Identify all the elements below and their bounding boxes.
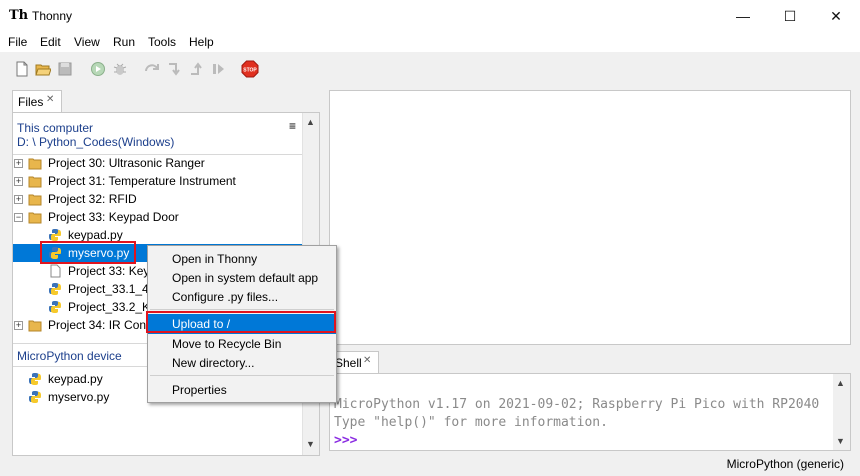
- shell-help-line: Type "help()" for more information.: [334, 415, 608, 430]
- minimize-button[interactable]: —: [720, 0, 766, 32]
- expand-icon[interactable]: +: [14, 159, 23, 168]
- step-into-icon[interactable]: [166, 61, 182, 77]
- tree-row[interactable]: + Project 30: Ultrasonic Ranger: [13, 154, 303, 172]
- shell-prompt[interactable]: >>>: [334, 433, 357, 448]
- tab-shell-label: Shell: [335, 356, 362, 370]
- folder-icon: [28, 176, 42, 188]
- menu-tools[interactable]: Tools: [148, 35, 176, 49]
- step-over-icon[interactable]: [144, 61, 160, 77]
- device-file-label: keypad.py: [48, 372, 103, 386]
- tab-files-label: Files: [18, 95, 44, 109]
- save-icon[interactable]: [57, 61, 73, 77]
- python-file-icon: [49, 283, 61, 295]
- file-icon: [50, 264, 61, 278]
- tree-item-label: Project 30: Ultrasonic Ranger: [48, 156, 205, 170]
- menu-file[interactable]: File: [8, 35, 27, 49]
- close-button[interactable]: ✕: [813, 0, 859, 32]
- menu-separator: [150, 309, 334, 310]
- scroll-up-icon[interactable]: ▲: [836, 378, 845, 388]
- svg-text:STOP: STOP: [243, 68, 257, 74]
- expand-icon[interactable]: +: [14, 177, 23, 186]
- menu-item-open-in-system-app[interactable]: Open in system default app: [148, 268, 336, 288]
- collapse-icon[interactable]: −: [14, 213, 23, 222]
- menu-view[interactable]: View: [74, 35, 100, 49]
- folder-icon: [28, 194, 42, 206]
- shell-scrollbar[interactable]: ▲ ▼: [833, 374, 850, 450]
- expand-icon[interactable]: +: [14, 321, 23, 330]
- python-file-icon: [49, 301, 61, 313]
- tree-item-label: Project 31: Temperature Instrument: [48, 174, 236, 188]
- menu-bar: File Edit View Run Tools Help: [0, 32, 860, 52]
- window-title: Thonny: [32, 9, 73, 23]
- toolbar: STOP: [0, 54, 860, 84]
- menu-item-configure-py-files[interactable]: Configure .py files...: [148, 287, 336, 307]
- run-icon[interactable]: [90, 61, 106, 77]
- tree-item-label: Project_33.1_4x: [68, 282, 155, 296]
- open-folder-icon[interactable]: [35, 61, 51, 77]
- python-file-icon: [29, 391, 41, 403]
- files-menu-icon[interactable]: ≡: [289, 119, 296, 133]
- menu-help[interactable]: Help: [189, 35, 214, 49]
- editor-area[interactable]: [329, 90, 851, 345]
- title-bar: Th Thonny — ☐ ✕: [0, 0, 860, 32]
- menu-item-open-in-thonny[interactable]: Open in Thonny: [148, 249, 336, 269]
- menu-edit[interactable]: Edit: [40, 35, 61, 49]
- shell-banner-line: MicroPython v1.17 on 2021-09-02; Raspber…: [334, 397, 820, 412]
- this-computer-header: This computer: [17, 121, 94, 135]
- menu-item-new-directory[interactable]: New directory...: [148, 353, 336, 373]
- thonny-logo-icon: Th: [9, 8, 29, 23]
- menu-item-move-to-recycle-bin[interactable]: Move to Recycle Bin: [148, 334, 336, 354]
- tree-row[interactable]: − Project 33: Keypad Door: [13, 208, 303, 226]
- stop-icon[interactable]: STOP: [241, 60, 259, 78]
- scroll-down-icon[interactable]: ▼: [306, 439, 315, 449]
- computer-path[interactable]: D: \ Python_Codes(Windows): [17, 135, 174, 149]
- tree-item-label: Project 34: IR Con: [48, 318, 147, 332]
- maximize-button[interactable]: ☐: [767, 0, 813, 32]
- micropython-device-header: MicroPython device: [17, 349, 122, 363]
- tab-shell-close-icon[interactable]: ✕: [363, 355, 371, 366]
- tree-row[interactable]: + Project 31: Temperature Instrument: [13, 172, 303, 190]
- expand-icon[interactable]: +: [14, 195, 23, 204]
- tree-item-label: Project_33.2_Ke: [68, 300, 157, 314]
- debug-icon[interactable]: [112, 61, 128, 77]
- new-file-icon[interactable]: [14, 61, 30, 77]
- tree-item-label: Project 33: Key: [68, 264, 150, 278]
- step-out-icon[interactable]: [188, 61, 204, 77]
- tab-files[interactable]: Files ✕: [12, 90, 62, 112]
- folder-icon: [28, 320, 42, 332]
- python-file-icon: [49, 229, 61, 241]
- shell-panel[interactable]: MicroPython v1.17 on 2021-09-02; Raspber…: [329, 373, 851, 451]
- menu-run[interactable]: Run: [113, 35, 135, 49]
- tree-item-label: Project 32: RFID: [48, 192, 137, 206]
- interpreter-status[interactable]: MicroPython (generic): [727, 457, 844, 471]
- tab-files-close-icon[interactable]: ✕: [46, 94, 54, 105]
- folder-icon: [28, 158, 42, 170]
- tree-item-label: Project 33: Keypad Door: [48, 210, 179, 224]
- menu-separator: [150, 375, 334, 376]
- myservo-highlight-box: [40, 241, 136, 264]
- tree-item-label: keypad.py: [68, 228, 123, 242]
- scroll-down-icon[interactable]: ▼: [836, 436, 845, 446]
- scroll-up-icon[interactable]: ▲: [306, 117, 315, 127]
- tree-row[interactable]: + Project 32: RFID: [13, 190, 303, 208]
- folder-icon: [28, 212, 42, 224]
- menu-item-properties[interactable]: Properties: [148, 380, 336, 400]
- device-file-label: myservo.py: [48, 390, 110, 404]
- upload-highlight-box: [146, 311, 336, 333]
- python-file-icon: [29, 373, 41, 385]
- status-bar: MicroPython (generic): [0, 454, 860, 476]
- resume-icon[interactable]: [210, 61, 226, 77]
